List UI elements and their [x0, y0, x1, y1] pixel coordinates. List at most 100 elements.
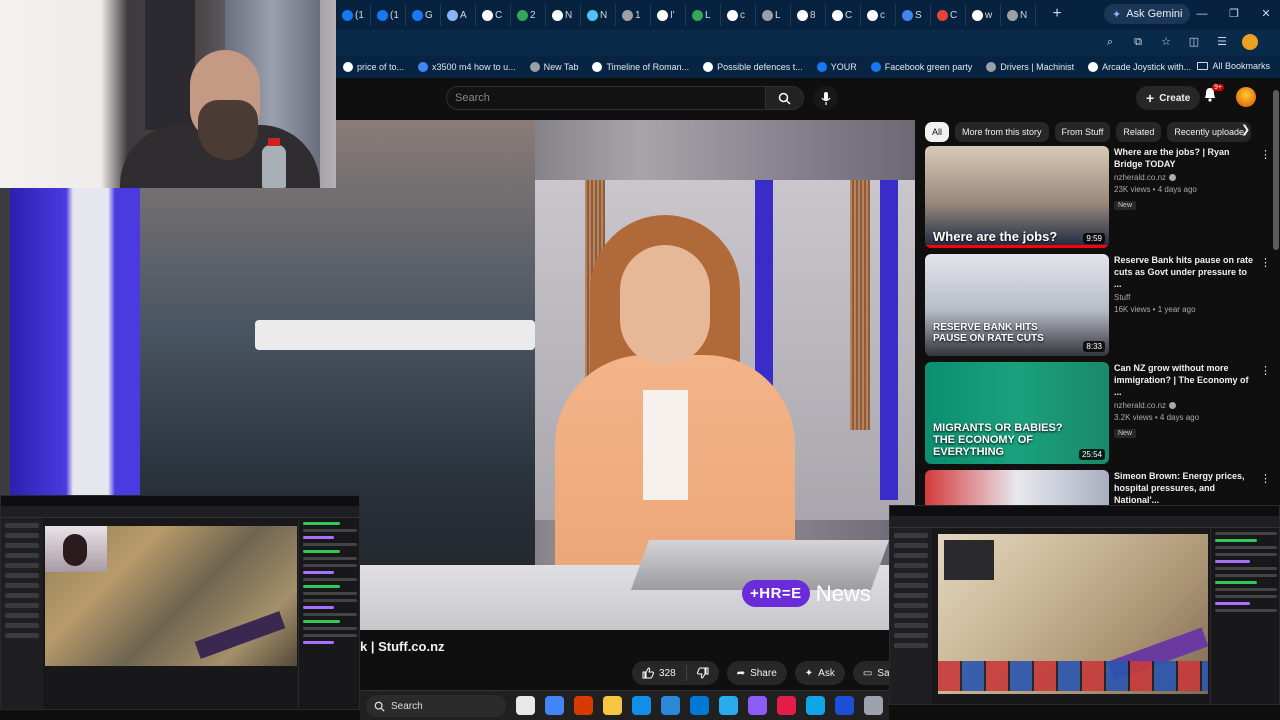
more-options-icon[interactable]: ⋮: [1260, 364, 1271, 378]
bookmark-item[interactable]: Arcade Joystick with...: [1081, 62, 1198, 72]
browser-tab[interactable]: 1: [616, 4, 651, 26]
browser-tab[interactable]: N: [581, 4, 616, 26]
restore-button[interactable]: ❐: [1222, 4, 1246, 24]
install-app-icon[interactable]: ⧉: [1130, 34, 1146, 50]
filter-chip[interactable]: From Stuff: [1054, 122, 1111, 142]
tab-label: L: [705, 9, 711, 21]
bookmark-item[interactable]: x3500 m4 how to u...: [411, 62, 523, 72]
chrome-icon[interactable]: [545, 696, 564, 715]
browser-tab[interactable]: 8: [791, 4, 826, 26]
tab-favicon-icon: [657, 9, 668, 21]
telegram-icon[interactable]: [719, 696, 738, 715]
bookmark-item[interactable]: Possible defences t...: [696, 62, 810, 72]
twitch-window-right[interactable]: [889, 505, 1280, 705]
app-bolt-icon[interactable]: [777, 696, 796, 715]
notifications-button[interactable]: 9+: [1202, 84, 1224, 107]
taskbar-search-label: Search: [391, 700, 423, 712]
recommendation-item[interactable]: RESERVE BANK HITS PAUSE ON RATE CUTS 8:33…: [925, 254, 1271, 358]
new-tab-button[interactable]: +: [1047, 4, 1067, 24]
file-explorer-icon[interactable]: [603, 696, 622, 715]
studio-light-bar: [880, 180, 898, 500]
taskbar-apps: [516, 696, 883, 715]
dislike-button[interactable]: [687, 665, 719, 681]
youtube-search-input[interactable]: Search: [446, 86, 766, 110]
app-red-icon[interactable]: [574, 696, 593, 715]
filter-chip[interactable]: Recently uploade: [1167, 122, 1251, 142]
more-options-icon[interactable]: ⋮: [1260, 472, 1271, 486]
photos-icon[interactable]: [806, 696, 825, 715]
browser-tab[interactable]: C: [826, 4, 861, 26]
browser-tab[interactable]: N: [1001, 4, 1036, 26]
voice-search-button[interactable]: [814, 86, 838, 110]
edge-icon[interactable]: [632, 696, 651, 715]
browser-tab[interactable]: (1: [371, 4, 406, 26]
create-button[interactable]: + Create: [1136, 86, 1201, 110]
minimize-button[interactable]: —: [1190, 4, 1214, 24]
tab-label: I': [670, 9, 675, 21]
recommendation-item[interactable]: Where are the jobs? 9:59 Where are the job…: [925, 146, 1271, 250]
bookmark-item[interactable]: YOUR: [810, 62, 864, 72]
outlook-icon[interactable]: [690, 696, 709, 715]
chevron-right-icon[interactable]: ❯: [1241, 123, 1257, 141]
tab-favicon-icon: [412, 9, 423, 21]
video-thumbnail[interactable]: Where are the jobs? 9:59: [925, 146, 1109, 248]
youtube-search-button[interactable]: [766, 86, 804, 110]
filter-chip[interactable]: All: [925, 122, 950, 142]
bookmark-star-icon[interactable]: ☆: [1158, 34, 1174, 50]
youtube-masthead: Search + Create 9+: [336, 78, 1280, 120]
app-purple-icon[interactable]: [748, 696, 767, 715]
bookmark-label: Arcade Joystick with...: [1102, 62, 1192, 72]
bookmark-item[interactable]: Facebook green party: [864, 62, 980, 72]
page-scrollbar[interactable]: [1273, 90, 1279, 250]
zoom-icon[interactable]: ⌕: [1102, 34, 1118, 50]
browser-tab[interactable]: L: [756, 4, 791, 26]
recommendation-item[interactable]: MIGRANTS OR BABIES? THE ECONOMY OF EVERY…: [925, 362, 1271, 466]
twitch-header: [890, 516, 1279, 528]
browser-tab[interactable]: C: [476, 4, 511, 26]
reading-list-icon[interactable]: ☰: [1214, 34, 1230, 50]
app-blue-icon[interactable]: [835, 696, 854, 715]
filter-chip[interactable]: Related: [1116, 122, 1162, 142]
share-button[interactable]: ➦ Share: [726, 661, 787, 685]
browser-tab[interactable]: C: [931, 4, 966, 26]
store-icon[interactable]: [661, 696, 680, 715]
video-title: Simeon Brown: Energy prices, hospital pr…: [1114, 471, 1245, 505]
bookmark-item[interactable]: Timeline of Roman...: [585, 62, 696, 72]
browser-tab[interactable]: S: [896, 4, 931, 26]
more-options-icon[interactable]: ⋮: [1260, 256, 1271, 270]
browser-tab[interactable]: w: [966, 4, 1001, 26]
bookmark-item[interactable]: price of to...: [336, 62, 411, 72]
all-bookmarks-button[interactable]: All Bookmarks: [1197, 61, 1270, 71]
tab-favicon-icon: [727, 9, 738, 21]
ask-button[interactable]: ✦ Ask: [794, 661, 845, 685]
account-avatar[interactable]: [1236, 87, 1256, 107]
tab-favicon-icon: [342, 9, 353, 21]
profile-avatar-icon[interactable]: [1242, 34, 1258, 50]
browser-tab[interactable]: A: [441, 4, 476, 26]
like-button[interactable]: 328: [632, 665, 687, 681]
video-thumbnail[interactable]: MIGRANTS OR BABIES? THE ECONOMY OF EVERY…: [925, 362, 1109, 464]
bookmark-item[interactable]: Drivers | Machinist: [979, 62, 1081, 72]
extensions-icon[interactable]: ◫: [1186, 34, 1202, 50]
browser-tab[interactable]: c: [721, 4, 756, 26]
browser-tab[interactable]: I': [651, 4, 686, 26]
task-view-icon[interactable]: [516, 696, 535, 715]
tab-label: C: [845, 9, 853, 21]
twitch-window-left[interactable]: [0, 495, 360, 710]
browser-tab[interactable]: N: [546, 4, 581, 26]
more-options-icon[interactable]: ⋮: [1260, 148, 1271, 162]
taskbar-search[interactable]: Search: [366, 695, 506, 717]
browser-tab[interactable]: L: [686, 4, 721, 26]
create-label: Create: [1159, 92, 1191, 104]
settings-icon[interactable]: [864, 696, 883, 715]
browser-tab[interactable]: 2: [511, 4, 546, 26]
filter-chip[interactable]: More from this story: [955, 122, 1049, 142]
browser-tab[interactable]: c: [861, 4, 896, 26]
close-window-button[interactable]: ✕: [1254, 4, 1278, 24]
channel-label: Stuff: [1114, 293, 1131, 302]
ask-gemini-button[interactable]: ✦ Ask Gemini: [1104, 4, 1191, 24]
browser-tab[interactable]: (1: [336, 4, 371, 26]
video-thumbnail[interactable]: RESERVE BANK HITS PAUSE ON RATE CUTS 8:33: [925, 254, 1109, 356]
browser-tab[interactable]: G: [406, 4, 441, 26]
bookmark-item[interactable]: New Tab: [523, 62, 586, 72]
